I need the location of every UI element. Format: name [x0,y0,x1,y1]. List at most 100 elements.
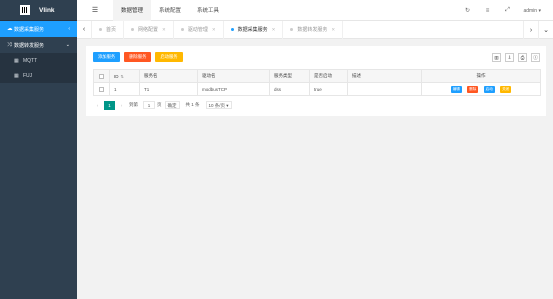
page-tab-home[interactable]: 首页 [92,20,125,39]
refresh-icon[interactable]: ↻ [457,7,477,14]
page-tab-network[interactable]: 网络配置 ✕ [124,20,174,39]
content-card: 添加服务 删除服务 启动服务 ▥ ⇩ ⎙ ⓘ ID ⇅ 服务名 驱动名 服务类型 … [86,46,546,116]
page-tab-driver[interactable]: 驱动管理 ✕ [174,20,224,39]
cell-service-type: dss [269,82,310,96]
close-icon[interactable]: ✕ [162,27,166,33]
sidebar-item-label: FUJ [23,72,33,79]
goto-label: 到第 [129,102,138,107]
col-header-service-type: 服务类型 [269,69,310,83]
page-size-value: 10 条/页 [208,103,226,108]
sidebar-item-label: 数据转发服务 [14,42,45,49]
col-header-driver-name: 驱动名 [197,69,270,83]
tab-data-management[interactable]: 数据管理 [113,0,152,21]
row-checkbox[interactable] [99,86,104,92]
chevron-left-icon: ‹ [68,26,70,32]
scroll-right-icon[interactable]: › [523,21,538,39]
tab-dot [230,28,234,31]
chevron-down-icon: ⌄ [65,42,70,48]
grid-icon: ▦ [14,57,19,64]
sidebar-item-data-collection[interactable]: ☁ 数据采集服务 ‹ [0,21,77,37]
table-row[interactable]: 1 T1 modbusTCP dss true 编辑 删除 启动 关闭 [93,82,541,96]
col-header-actions: 操作 [421,69,541,83]
print-icon[interactable]: ⎙ [518,53,527,62]
goto-confirm-button[interactable]: 确定 [164,101,180,109]
prev-page-icon[interactable]: ‹ [93,103,102,108]
cell-actions: 编辑 删除 启动 关闭 [421,82,541,96]
export-icon[interactable]: ⇩ [505,53,514,62]
next-page-icon[interactable]: › [117,103,126,108]
select-all-cell [93,69,110,83]
col-label: ID [114,73,119,79]
shuffle-icon: ⤨ [7,41,12,48]
row-select-cell [93,82,110,96]
sidebar-item-data-forwarding[interactable]: ⤨ 数据转发服务 ⌄ [0,37,77,53]
tab-dot [290,28,294,31]
sidebar-item-mqtt[interactable]: ▦ MQTT [0,53,77,68]
sidebar-item-label: 数据采集服务 [14,26,45,33]
start-button[interactable]: 启动 [483,85,495,93]
chevron-down-icon: ▾ [538,7,541,14]
page-tab-label: 网络配置 [138,27,159,33]
scroll-left-icon[interactable]: ‹ [77,20,92,39]
tab-dot [180,28,184,31]
sidebar-item-label: MQTT [23,57,38,64]
total-count: 共 1 条 [185,102,200,107]
cell-driver-name: modbusTCP [197,82,270,96]
page-tab-label: 数据转发服务 [297,27,328,33]
logo-area: Vlink [0,0,77,21]
close-icon[interactable]: ✕ [212,27,216,33]
cell-enabled: true [309,82,348,96]
sidebar: Vlink ☁ 数据采集服务 ‹ ⤨ 数据转发服务 ⌄ ▦ MQTT ▦ FUJ [0,0,77,299]
page-unit-label: 页 [157,102,162,107]
info-icon[interactable]: ⓘ [531,53,540,62]
grid-icon: ▦ [14,72,19,79]
delete-service-button[interactable]: 删除服务 [124,52,152,62]
add-service-button[interactable]: 添加服务 [93,52,121,62]
tab-system-tools[interactable]: 系统工具 [189,0,227,21]
page-tab-data-collection[interactable]: 数据采集服务 ✕ [224,20,284,39]
cell-id: 1 [109,82,140,96]
delete-button[interactable]: 删除 [467,85,479,93]
username: admin [523,7,538,14]
top-header: ☰ 数据管理 系统配置 系统工具 ↻ ≡ ⤢ admin ▾ [77,0,553,21]
sidebar-submenu: ▦ MQTT ▦ FUJ [0,53,77,83]
service-table: ID ⇅ 服务名 驱动名 服务类型 是否启动 描述 操作 1 T1 modbusT… [93,69,541,96]
col-header-description: 描述 [347,69,422,83]
cloud-icon: ☁ [7,26,13,32]
app-title: Vlink [39,6,55,14]
columns-icon[interactable]: ▥ [492,53,501,62]
chevron-down-icon[interactable]: ⌄ [538,21,553,39]
list-icon[interactable]: ≡ [477,8,497,14]
close-icon[interactable]: ✕ [331,27,335,33]
fullscreen-icon[interactable]: ⤢ [497,7,517,14]
tab-dot [131,28,135,31]
tab-system-config[interactable]: 系统配置 [151,0,189,21]
stop-button[interactable]: 关闭 [500,85,512,93]
cell-service-name: T1 [139,82,198,96]
page-tab-bar: ‹ 首页 网络配置 ✕ 驱动管理 ✕ 数据采集服务 ✕ 数据转发服务 ✕ › ⌄ [77,20,553,39]
select-all-checkbox[interactable] [99,73,104,79]
menu-toggle-icon[interactable]: ☰ [77,0,113,21]
page-size-select[interactable]: 10 条/页 ▾ [205,101,232,109]
table-tools: ▥ ⇩ ⎙ ⓘ [488,53,540,62]
cell-description [347,82,422,96]
tab-dot [99,28,102,31]
edit-button[interactable]: 编辑 [450,85,462,93]
toolbar: 添加服务 删除服务 启动服务 [93,52,187,62]
sort-icon[interactable]: ⇅ [121,74,124,79]
start-service-button[interactable]: 启动服务 [155,52,183,62]
pagination: ‹ 1 › 到第 1 页 确定 共 1 条 10 条/页 ▾ [93,100,232,110]
col-header-enabled: 是否启动 [309,69,348,83]
logo-icon [20,5,30,15]
col-header-id[interactable]: ID ⇅ [109,69,140,83]
page-tab-label: 首页 [106,27,117,33]
col-header-service-name: 服务名 [139,69,198,83]
page-tab-data-forwarding[interactable]: 数据转发服务 ✕ [283,20,344,39]
current-page[interactable]: 1 [104,100,115,110]
page-tab-label: 驱动管理 [187,27,208,33]
goto-page-input[interactable]: 1 [143,101,155,109]
user-menu[interactable]: admin ▾ [517,8,553,14]
table-header-row: ID ⇅ 服务名 驱动名 服务类型 是否启动 描述 操作 [93,69,541,83]
sidebar-item-fuj[interactable]: ▦ FUJ [0,68,77,83]
close-icon[interactable]: ✕ [272,27,276,33]
